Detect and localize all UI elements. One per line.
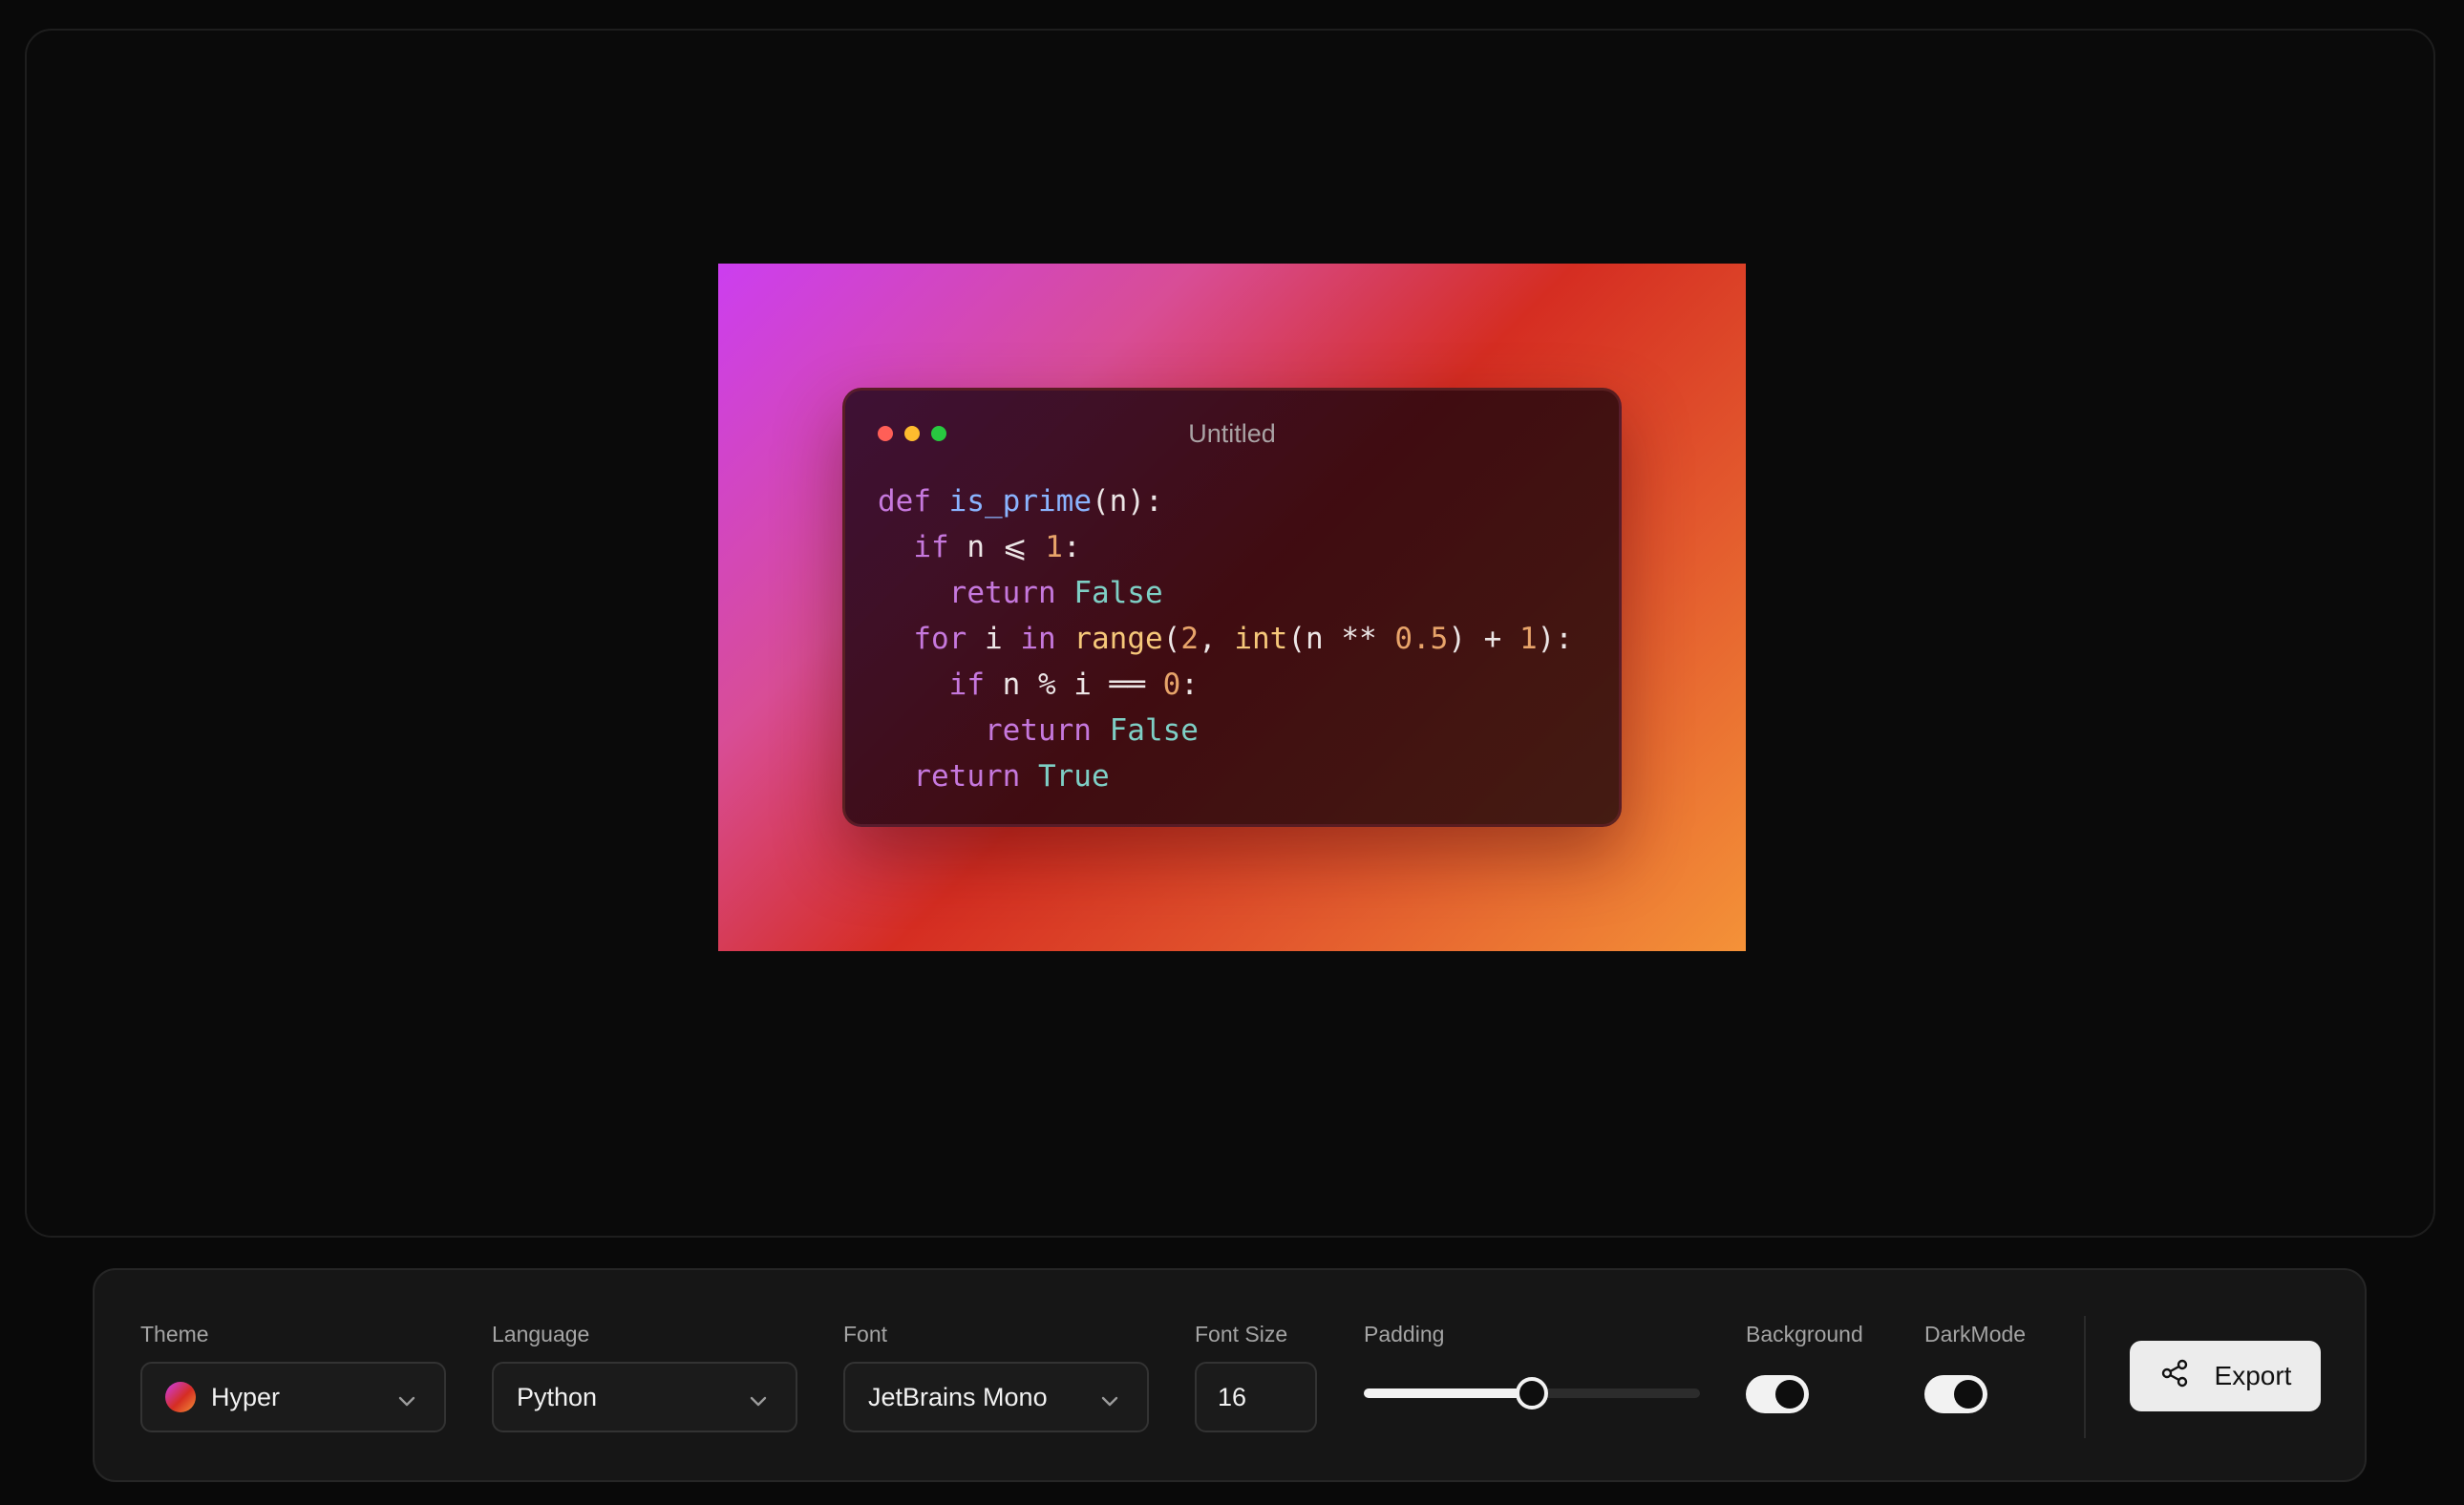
code-token: return [948, 576, 1056, 610]
code-token: return [984, 713, 1092, 748]
code-token: range [1073, 622, 1163, 656]
code-window: Untitled def is_prime(n): if n ⩽ 1: retu… [842, 388, 1622, 827]
code-editor[interactable]: def is_prime(n): if n ⩽ 1: return False … [878, 478, 1573, 799]
code-token: return [913, 759, 1021, 794]
code-token: (n): [1091, 484, 1163, 519]
padding-slider-fill [1364, 1388, 1532, 1398]
code-line: return True [878, 753, 1573, 799]
theme-swatch [165, 1382, 196, 1412]
code-token: 2 [1180, 622, 1199, 656]
code-token: in [1020, 622, 1056, 656]
font-select[interactable]: JetBrains Mono [843, 1362, 1149, 1432]
code-token: (n ** [1287, 622, 1395, 656]
controls-toolbar: Theme Hyper Language Python Font JetBrai… [93, 1268, 2367, 1482]
code-token: n ⩽ [948, 530, 1046, 564]
code-line: for i in range(2, int(n ** 0.5) + 1): [878, 616, 1573, 662]
code-token: 0 [1162, 668, 1181, 702]
chevron-down-icon [748, 1388, 769, 1418]
code-token: int [1234, 622, 1288, 656]
code-token: , [1199, 622, 1235, 656]
code-token: ) + [1448, 622, 1519, 656]
font-value: JetBrains Mono [868, 1382, 1048, 1411]
code-token: ( [1162, 622, 1181, 656]
darkmode-toggle-knob [1954, 1380, 1983, 1409]
padding-slider-thumb[interactable] [1516, 1377, 1548, 1410]
code-token: False [1073, 576, 1163, 610]
font-size-value: 16 [1218, 1382, 1247, 1411]
theme-select[interactable]: Hyper [140, 1362, 446, 1432]
code-image-frame: Untitled def is_prime(n): if n ⩽ 1: retu… [718, 264, 1746, 951]
code-line: return False [878, 570, 1573, 616]
code-token: if [948, 668, 985, 702]
code-token: 1 [1045, 530, 1063, 564]
darkmode-toggle[interactable] [1924, 1375, 1987, 1413]
toolbar-divider [2084, 1316, 2086, 1438]
window-title[interactable]: Untitled [845, 419, 1619, 449]
code-token: is_prime [948, 484, 1092, 519]
code-token: 0.5 [1394, 622, 1449, 656]
code-token: def [878, 484, 931, 519]
code-token: ): [1537, 622, 1573, 656]
export-button[interactable]: Export [2130, 1341, 2321, 1411]
font-size-label: Font Size [1195, 1322, 1288, 1346]
background-toggle-knob [1775, 1380, 1804, 1409]
code-token: if [913, 530, 949, 564]
code-token: False [1109, 713, 1199, 748]
theme-label: Theme [140, 1322, 209, 1346]
padding-label: Padding [1364, 1322, 1445, 1346]
code-token: : [1062, 530, 1081, 564]
share-icon [2159, 1358, 2190, 1395]
chevron-down-icon [1099, 1388, 1120, 1418]
background-label: Background [1746, 1322, 1863, 1346]
language-select[interactable]: Python [492, 1362, 797, 1432]
export-label: Export [2214, 1361, 2292, 1390]
darkmode-label: DarkMode [1924, 1322, 2027, 1346]
code-token: 1 [1519, 622, 1538, 656]
code-line: if n ⩽ 1: [878, 524, 1573, 570]
background-toggle[interactable] [1746, 1375, 1809, 1413]
code-token: True [1037, 759, 1110, 794]
code-token: n % i ══ [984, 668, 1163, 702]
code-token: for [913, 622, 967, 656]
code-line: if n % i ══ 0: [878, 662, 1573, 708]
code-token: : [1180, 668, 1199, 702]
code-line: return False [878, 708, 1573, 753]
theme-value: Hyper [211, 1382, 281, 1411]
font-size-input[interactable]: 16 [1195, 1362, 1317, 1432]
language-value: Python [517, 1382, 598, 1411]
preview-stage: Untitled def is_prime(n): if n ⩽ 1: retu… [25, 29, 2435, 1238]
code-token: i [966, 622, 1021, 656]
chevron-down-icon [396, 1388, 417, 1418]
font-label: Font [843, 1322, 888, 1346]
padding-slider[interactable] [1364, 1377, 1700, 1410]
language-label: Language [492, 1322, 590, 1346]
code-line: def is_prime(n): [878, 478, 1573, 524]
